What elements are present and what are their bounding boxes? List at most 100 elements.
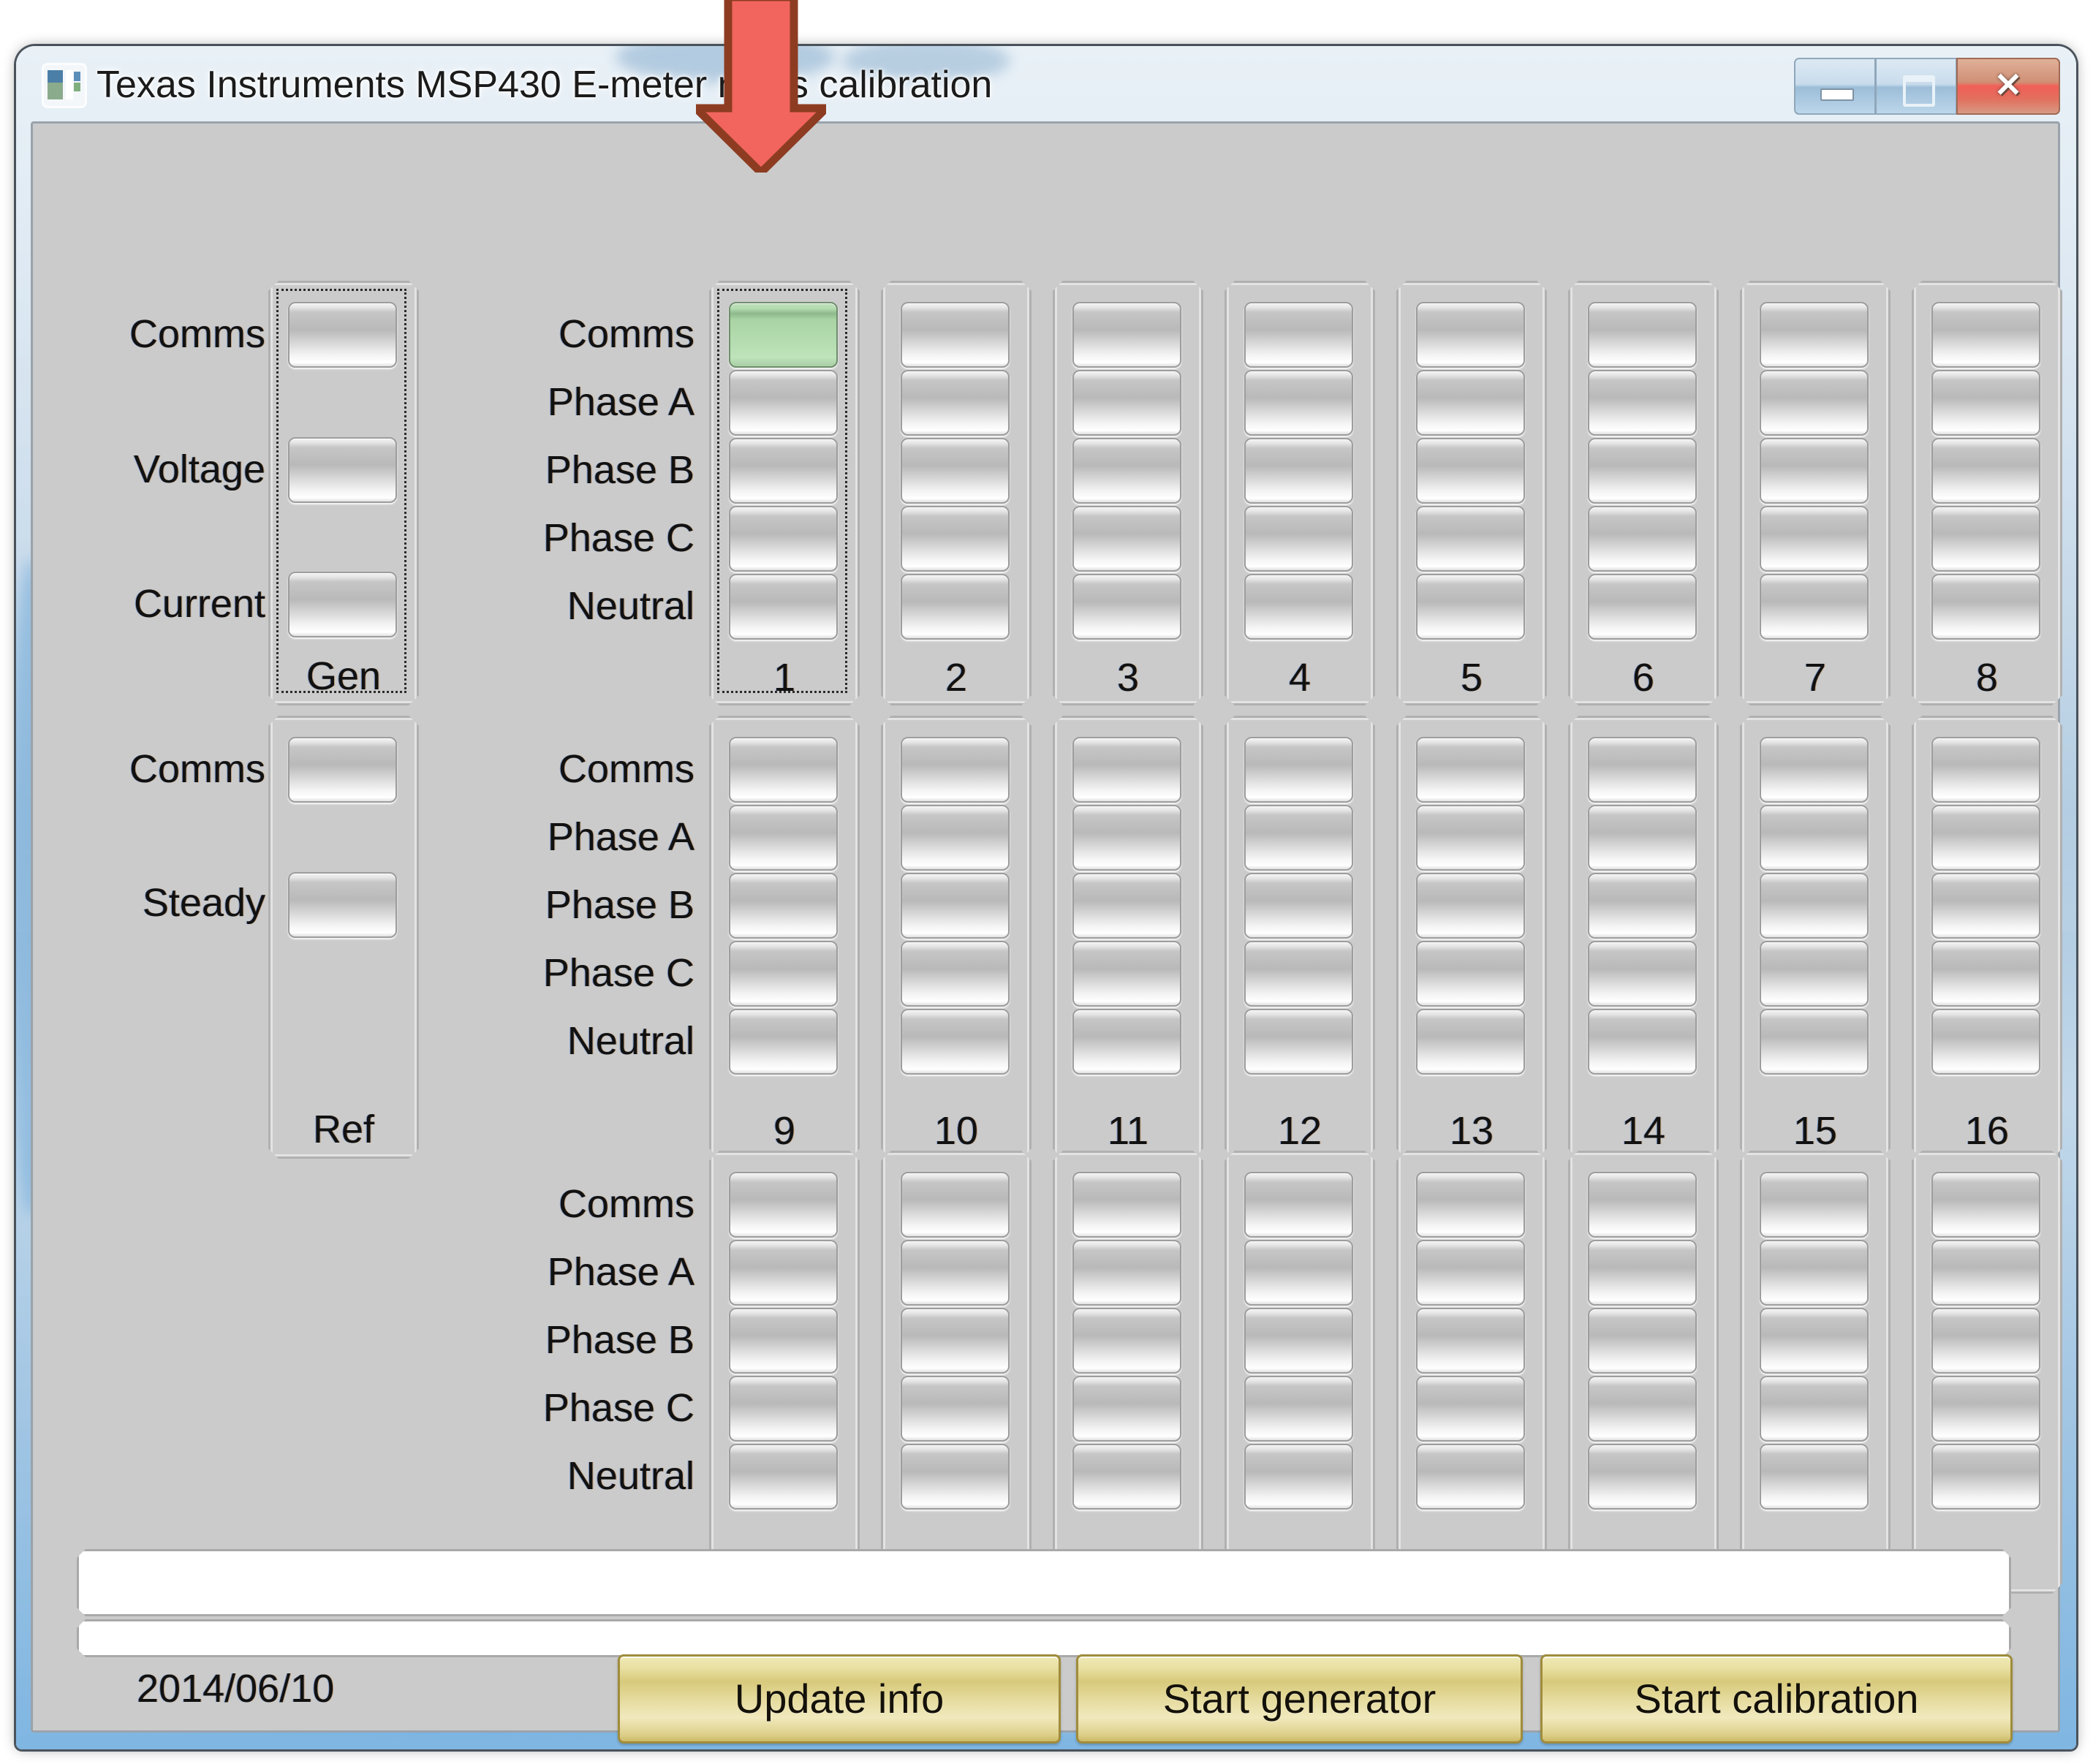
meter-5-indicator-phase-a[interactable] xyxy=(1416,370,1525,436)
meter-3-indicator-comms[interactable] xyxy=(1072,302,1181,368)
meter-24-indicator-comms[interactable] xyxy=(1931,1172,2040,1238)
meter-14-indicator-neutral[interactable] xyxy=(1588,1009,1697,1075)
meter-23-indicator-phase-a[interactable] xyxy=(1760,1240,1869,1306)
start-calibration-button[interactable]: Start calibration xyxy=(1540,1654,2013,1744)
meter-column-17[interactable]: 17 xyxy=(709,1151,860,1594)
meter-11-indicator-comms[interactable] xyxy=(1072,737,1181,803)
gen-comms-indicator[interactable] xyxy=(288,302,397,368)
minimize-button[interactable] xyxy=(1794,58,1875,115)
meter-19-indicator-comms[interactable] xyxy=(1072,1172,1181,1238)
meter-2-indicator-phase-a[interactable] xyxy=(901,370,1010,436)
meter-15-indicator-phase-b[interactable] xyxy=(1760,873,1869,939)
meter-17-indicator-neutral[interactable] xyxy=(729,1444,838,1510)
meter-7-indicator-phase-a[interactable] xyxy=(1760,370,1869,436)
meter-6-indicator-comms[interactable] xyxy=(1588,302,1697,368)
meter-1-indicator-phase-c[interactable] xyxy=(729,506,838,572)
start-generator-button[interactable]: Start generator xyxy=(1076,1654,1523,1744)
meter-1-indicator-comms[interactable] xyxy=(729,302,838,368)
meter-9-indicator-phase-b[interactable] xyxy=(729,873,838,939)
meter-column-2[interactable]: 2 xyxy=(881,281,1032,705)
meter-14-indicator-phase-b[interactable] xyxy=(1588,873,1697,939)
meter-9-indicator-neutral[interactable] xyxy=(729,1009,838,1075)
meter-16-indicator-phase-c[interactable] xyxy=(1931,941,2040,1007)
status-field-primary[interactable] xyxy=(77,1549,2011,1616)
meter-12-indicator-neutral[interactable] xyxy=(1244,1009,1353,1075)
meter-24-indicator-phase-c[interactable] xyxy=(1931,1376,2040,1442)
meter-column-10[interactable]: 10 xyxy=(881,716,1032,1159)
meter-column-12[interactable]: 12 xyxy=(1225,716,1375,1159)
title-bar[interactable]: Texas Instruments MSP430 E-meter mass ca… xyxy=(16,46,2076,126)
meter-10-indicator-phase-b[interactable] xyxy=(901,873,1010,939)
meter-column-18[interactable]: 18 xyxy=(881,1151,1032,1594)
status-field-secondary[interactable] xyxy=(77,1619,2011,1657)
meter-7-indicator-comms[interactable] xyxy=(1760,302,1869,368)
meter-15-indicator-neutral[interactable] xyxy=(1760,1009,1869,1075)
meter-9-indicator-phase-a[interactable] xyxy=(729,805,838,871)
meter-11-indicator-phase-c[interactable] xyxy=(1072,941,1181,1007)
meter-17-indicator-comms[interactable] xyxy=(729,1172,838,1238)
meter-9-indicator-phase-c[interactable] xyxy=(729,941,838,1007)
ref-group-box[interactable]: Ref xyxy=(268,716,419,1159)
meter-2-indicator-phase-c[interactable] xyxy=(901,506,1010,572)
meter-column-13[interactable]: 13 xyxy=(1396,716,1547,1159)
meter-13-indicator-phase-c[interactable] xyxy=(1416,941,1525,1007)
meter-22-indicator-phase-b[interactable] xyxy=(1588,1308,1697,1374)
meter-6-indicator-phase-c[interactable] xyxy=(1588,506,1697,572)
meter-20-indicator-comms[interactable] xyxy=(1244,1172,1353,1238)
gen-voltage-indicator[interactable] xyxy=(288,437,397,503)
meter-16-indicator-neutral[interactable] xyxy=(1931,1009,2040,1075)
meter-4-indicator-phase-c[interactable] xyxy=(1244,506,1353,572)
meter-18-indicator-phase-c[interactable] xyxy=(901,1376,1010,1442)
meter-6-indicator-neutral[interactable] xyxy=(1588,574,1697,640)
meter-8-indicator-phase-a[interactable] xyxy=(1931,370,2040,436)
meter-13-indicator-phase-b[interactable] xyxy=(1416,873,1525,939)
meter-column-20[interactable]: 20 xyxy=(1225,1151,1375,1594)
meter-17-indicator-phase-b[interactable] xyxy=(729,1308,838,1374)
meter-17-indicator-phase-a[interactable] xyxy=(729,1240,838,1306)
meter-15-indicator-phase-a[interactable] xyxy=(1760,805,1869,871)
meter-10-indicator-comms[interactable] xyxy=(901,737,1010,803)
meter-23-indicator-neutral[interactable] xyxy=(1760,1444,1869,1510)
meter-4-indicator-neutral[interactable] xyxy=(1244,574,1353,640)
meter-24-indicator-phase-a[interactable] xyxy=(1931,1240,2040,1306)
meter-14-indicator-phase-c[interactable] xyxy=(1588,941,1697,1007)
meter-20-indicator-phase-a[interactable] xyxy=(1244,1240,1353,1306)
meter-14-indicator-comms[interactable] xyxy=(1588,737,1697,803)
meter-21-indicator-neutral[interactable] xyxy=(1416,1444,1525,1510)
meter-1-indicator-phase-b[interactable] xyxy=(729,438,838,504)
meter-column-3[interactable]: 3 xyxy=(1053,281,1203,705)
meter-21-indicator-phase-b[interactable] xyxy=(1416,1308,1525,1374)
meter-8-indicator-phase-b[interactable] xyxy=(1931,438,2040,504)
meter-10-indicator-phase-c[interactable] xyxy=(901,941,1010,1007)
meter-15-indicator-comms[interactable] xyxy=(1760,737,1869,803)
meter-3-indicator-phase-a[interactable] xyxy=(1072,370,1181,436)
ref-steady-indicator[interactable] xyxy=(288,872,397,938)
meter-column-11[interactable]: 11 xyxy=(1053,716,1203,1159)
meter-16-indicator-phase-a[interactable] xyxy=(1931,805,2040,871)
meter-19-indicator-neutral[interactable] xyxy=(1072,1444,1181,1510)
meter-7-indicator-phase-b[interactable] xyxy=(1760,438,1869,504)
meter-9-indicator-comms[interactable] xyxy=(729,737,838,803)
meter-3-indicator-phase-c[interactable] xyxy=(1072,506,1181,572)
meter-16-indicator-comms[interactable] xyxy=(1931,737,2040,803)
maximize-button[interactable] xyxy=(1875,58,1956,115)
meter-4-indicator-phase-b[interactable] xyxy=(1244,438,1353,504)
meter-11-indicator-neutral[interactable] xyxy=(1072,1009,1181,1075)
meter-1-indicator-neutral[interactable] xyxy=(729,574,838,640)
meter-2-indicator-phase-b[interactable] xyxy=(901,438,1010,504)
meter-13-indicator-neutral[interactable] xyxy=(1416,1009,1525,1075)
meter-16-indicator-phase-b[interactable] xyxy=(1931,873,2040,939)
meter-21-indicator-phase-a[interactable] xyxy=(1416,1240,1525,1306)
meter-12-indicator-phase-a[interactable] xyxy=(1244,805,1353,871)
meter-column-1[interactable]: 1 xyxy=(709,281,860,705)
meter-19-indicator-phase-c[interactable] xyxy=(1072,1376,1181,1442)
gen-current-indicator[interactable] xyxy=(288,572,397,637)
meter-7-indicator-neutral[interactable] xyxy=(1760,574,1869,640)
meter-21-indicator-comms[interactable] xyxy=(1416,1172,1525,1238)
ref-comms-indicator[interactable] xyxy=(288,737,397,803)
meter-5-indicator-phase-b[interactable] xyxy=(1416,438,1525,504)
meter-13-indicator-phase-a[interactable] xyxy=(1416,805,1525,871)
meter-12-indicator-phase-c[interactable] xyxy=(1244,941,1353,1007)
meter-column-8[interactable]: 8 xyxy=(1912,281,2062,705)
meter-19-indicator-phase-a[interactable] xyxy=(1072,1240,1181,1306)
